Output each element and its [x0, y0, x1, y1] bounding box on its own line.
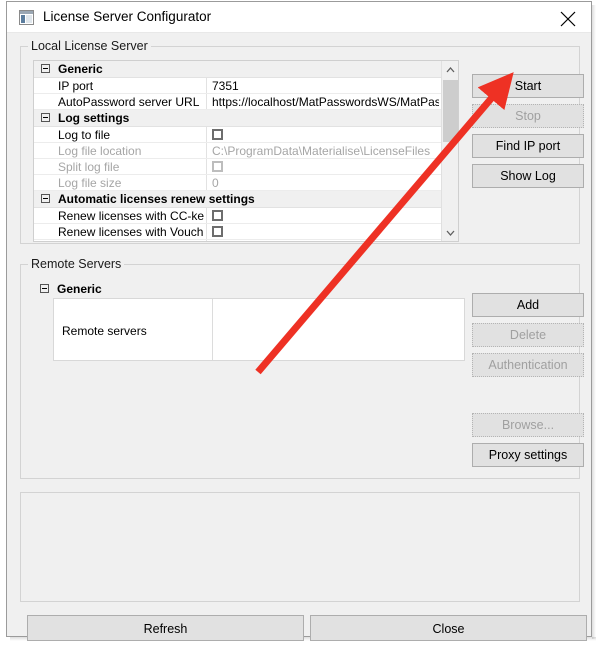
- category-row[interactable]: Generic: [34, 61, 441, 78]
- chevron-down-icon: [446, 230, 455, 236]
- property-value[interactable]: 7351: [212, 79, 439, 93]
- collapse-minus-icon[interactable]: [41, 194, 50, 203]
- property-value[interactable]: C:\ProgramData\Materialise\LicenseFiles: [212, 144, 439, 158]
- remote-servers-row[interactable]: Remote servers: [53, 298, 465, 361]
- local-grid-vertical-scrollbar[interactable]: [441, 61, 458, 241]
- property-row[interactable]: IP port 7351: [34, 78, 441, 94]
- category-label: Log settings: [58, 111, 130, 125]
- delete-button[interactable]: Delete: [472, 323, 584, 347]
- property-name: Log file size: [58, 176, 122, 190]
- stop-button[interactable]: Stop: [472, 104, 584, 128]
- property-name: Split log file: [58, 160, 120, 174]
- remote-grid-column-splitter[interactable]: [212, 299, 213, 360]
- close-window-button[interactable]: [545, 2, 591, 31]
- grid-column-splitter[interactable]: [206, 127, 207, 142]
- remote-category-generic[interactable]: Generic: [33, 280, 465, 298]
- property-row[interactable]: Days till license expired14: [34, 240, 441, 241]
- find-ip-port-button[interactable]: Find IP port: [472, 134, 584, 158]
- chevron-up-icon: [446, 66, 455, 72]
- collapse-minus-icon[interactable]: [41, 64, 50, 73]
- grid-column-splitter[interactable]: [206, 94, 207, 109]
- remote-servers-group-title: Remote Servers: [28, 257, 125, 271]
- remote-category-label: Generic: [57, 282, 102, 296]
- property-row[interactable]: Log file location C:\ProgramData\Material…: [34, 143, 441, 159]
- authentication-button[interactable]: Authentication: [472, 353, 584, 377]
- local-property-grid[interactable]: Generic IP port 7351 AutoPassword server UR…: [33, 60, 459, 242]
- category-label: Automatic licenses renew settings: [58, 192, 255, 206]
- collapse-minus-icon[interactable]: [41, 113, 50, 122]
- show-log-button[interactable]: Show Log: [472, 164, 584, 188]
- close-button[interactable]: Close: [310, 615, 587, 641]
- refresh-button[interactable]: Refresh: [27, 615, 304, 641]
- property-row[interactable]: AutoPassword server URL https://localhost…: [34, 94, 441, 110]
- category-label: Generic: [58, 62, 103, 76]
- browse-button[interactable]: Browse...: [472, 413, 584, 437]
- grid-column-splitter[interactable]: [206, 224, 207, 239]
- grid-column-splitter[interactable]: [206, 78, 207, 93]
- grid-column-splitter[interactable]: [206, 143, 207, 158]
- property-row[interactable]: Renew licenses with CC-key: [34, 208, 441, 224]
- property-checkbox[interactable]: [212, 129, 223, 140]
- close-icon: [560, 11, 576, 27]
- category-row[interactable]: Log settings: [34, 110, 441, 127]
- grid-column-splitter[interactable]: [206, 159, 207, 174]
- property-name: IP port: [58, 79, 94, 93]
- scroll-down-button[interactable]: [442, 224, 458, 241]
- proxy-settings-button[interactable]: Proxy settings: [472, 443, 584, 467]
- property-name: Renew licenses with Vouch...: [58, 225, 204, 239]
- property-row[interactable]: Log to file: [34, 127, 441, 143]
- application-window-icon: [19, 10, 34, 25]
- property-row[interactable]: Renew licenses with Vouch...: [34, 224, 441, 240]
- grid-column-splitter[interactable]: [206, 240, 207, 241]
- add-button[interactable]: Add: [472, 293, 584, 317]
- remote-property-grid[interactable]: Generic Remote servers: [33, 280, 465, 370]
- window-shadow-right: [592, 5, 596, 639]
- grid-column-splitter[interactable]: [206, 208, 207, 223]
- property-name: Renew licenses with CC-key: [58, 209, 204, 223]
- property-row[interactable]: Split log file: [34, 159, 441, 175]
- property-name: Log to file: [58, 128, 111, 142]
- property-checkbox[interactable]: [212, 161, 223, 172]
- bottom-panel-group: [20, 492, 580, 602]
- title-bar: License Server Configurator: [7, 2, 591, 33]
- property-checkbox[interactable]: [212, 210, 223, 221]
- property-name: Log file location: [58, 144, 142, 158]
- property-name: AutoPassword server URL: [58, 95, 200, 109]
- grid-column-splitter[interactable]: [206, 175, 207, 190]
- category-row[interactable]: Automatic licenses renew settings: [34, 191, 441, 208]
- remote-servers-row-label: Remote servers: [62, 324, 147, 338]
- local-license-server-group-title: Local License Server: [28, 39, 151, 53]
- local-property-grid-rows: Generic IP port 7351 AutoPassword server UR…: [34, 61, 441, 241]
- property-row[interactable]: Log file size 0: [34, 175, 441, 191]
- property-value[interactable]: 0: [212, 176, 439, 190]
- scroll-up-button[interactable]: [442, 61, 458, 78]
- property-value[interactable]: https://localhost/MatPasswordsWS/MatPass…: [212, 95, 439, 109]
- collapse-minus-icon[interactable]: [40, 284, 49, 293]
- start-button[interactable]: Start: [472, 74, 584, 98]
- license-server-configurator-window: License Server Configurator Local Licens…: [6, 1, 592, 641]
- window-title: License Server Configurator: [43, 9, 212, 24]
- scroll-thumb[interactable]: [443, 80, 458, 142]
- screenshot-root: License Server Configurator Local Licens…: [0, 0, 600, 650]
- property-checkbox[interactable]: [212, 226, 223, 237]
